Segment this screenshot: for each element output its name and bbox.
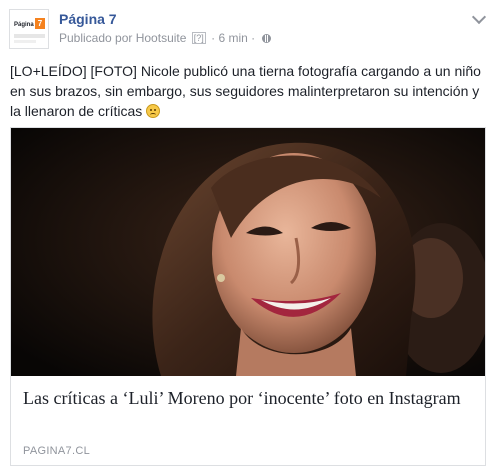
post-time[interactable]: 6 min [218,31,247,45]
globe-icon[interactable] [261,34,271,43]
avatar-logo-text: Página [14,22,34,28]
page-avatar[interactable]: Página 7 [9,9,49,49]
post-message: [LO+LEÍDO] [FOTO] Nicole publicó una tie… [10,61,488,121]
portrait-photo [11,128,485,376]
post-meta: Publicado por Hootsuite [?] · 6 min · [59,31,271,45]
link-preview-image[interactable] [11,128,485,376]
post-message-text: [LO+LEÍDO] [FOTO] Nicole publicó una tie… [10,63,481,119]
hootsuite-badge[interactable]: [?] [191,32,206,44]
meta-separator: · [211,31,216,45]
frowning-face-emoji-icon [146,104,161,118]
meta-separator-2: · [251,31,256,45]
link-preview-title[interactable]: Las críticas a ‘Luli’ Moreno por ‘inocen… [23,387,463,410]
avatar-logo-bar-secondary [14,40,36,43]
avatar-logo-number: 7 [35,18,45,29]
page-name-link[interactable]: Página 7 [59,11,117,27]
chevron-down-icon[interactable] [471,9,487,25]
published-by-text: Publicado por Hootsuite [59,31,187,45]
facebook-post: Página 7 Página 7 Publicado por Hootsuit… [0,0,498,476]
avatar-logo-bar [14,34,45,38]
link-preview-card[interactable]: Las críticas a ‘Luli’ Moreno por ‘inocen… [10,127,486,466]
link-preview-domain: PAGINA7.CL [23,445,90,457]
